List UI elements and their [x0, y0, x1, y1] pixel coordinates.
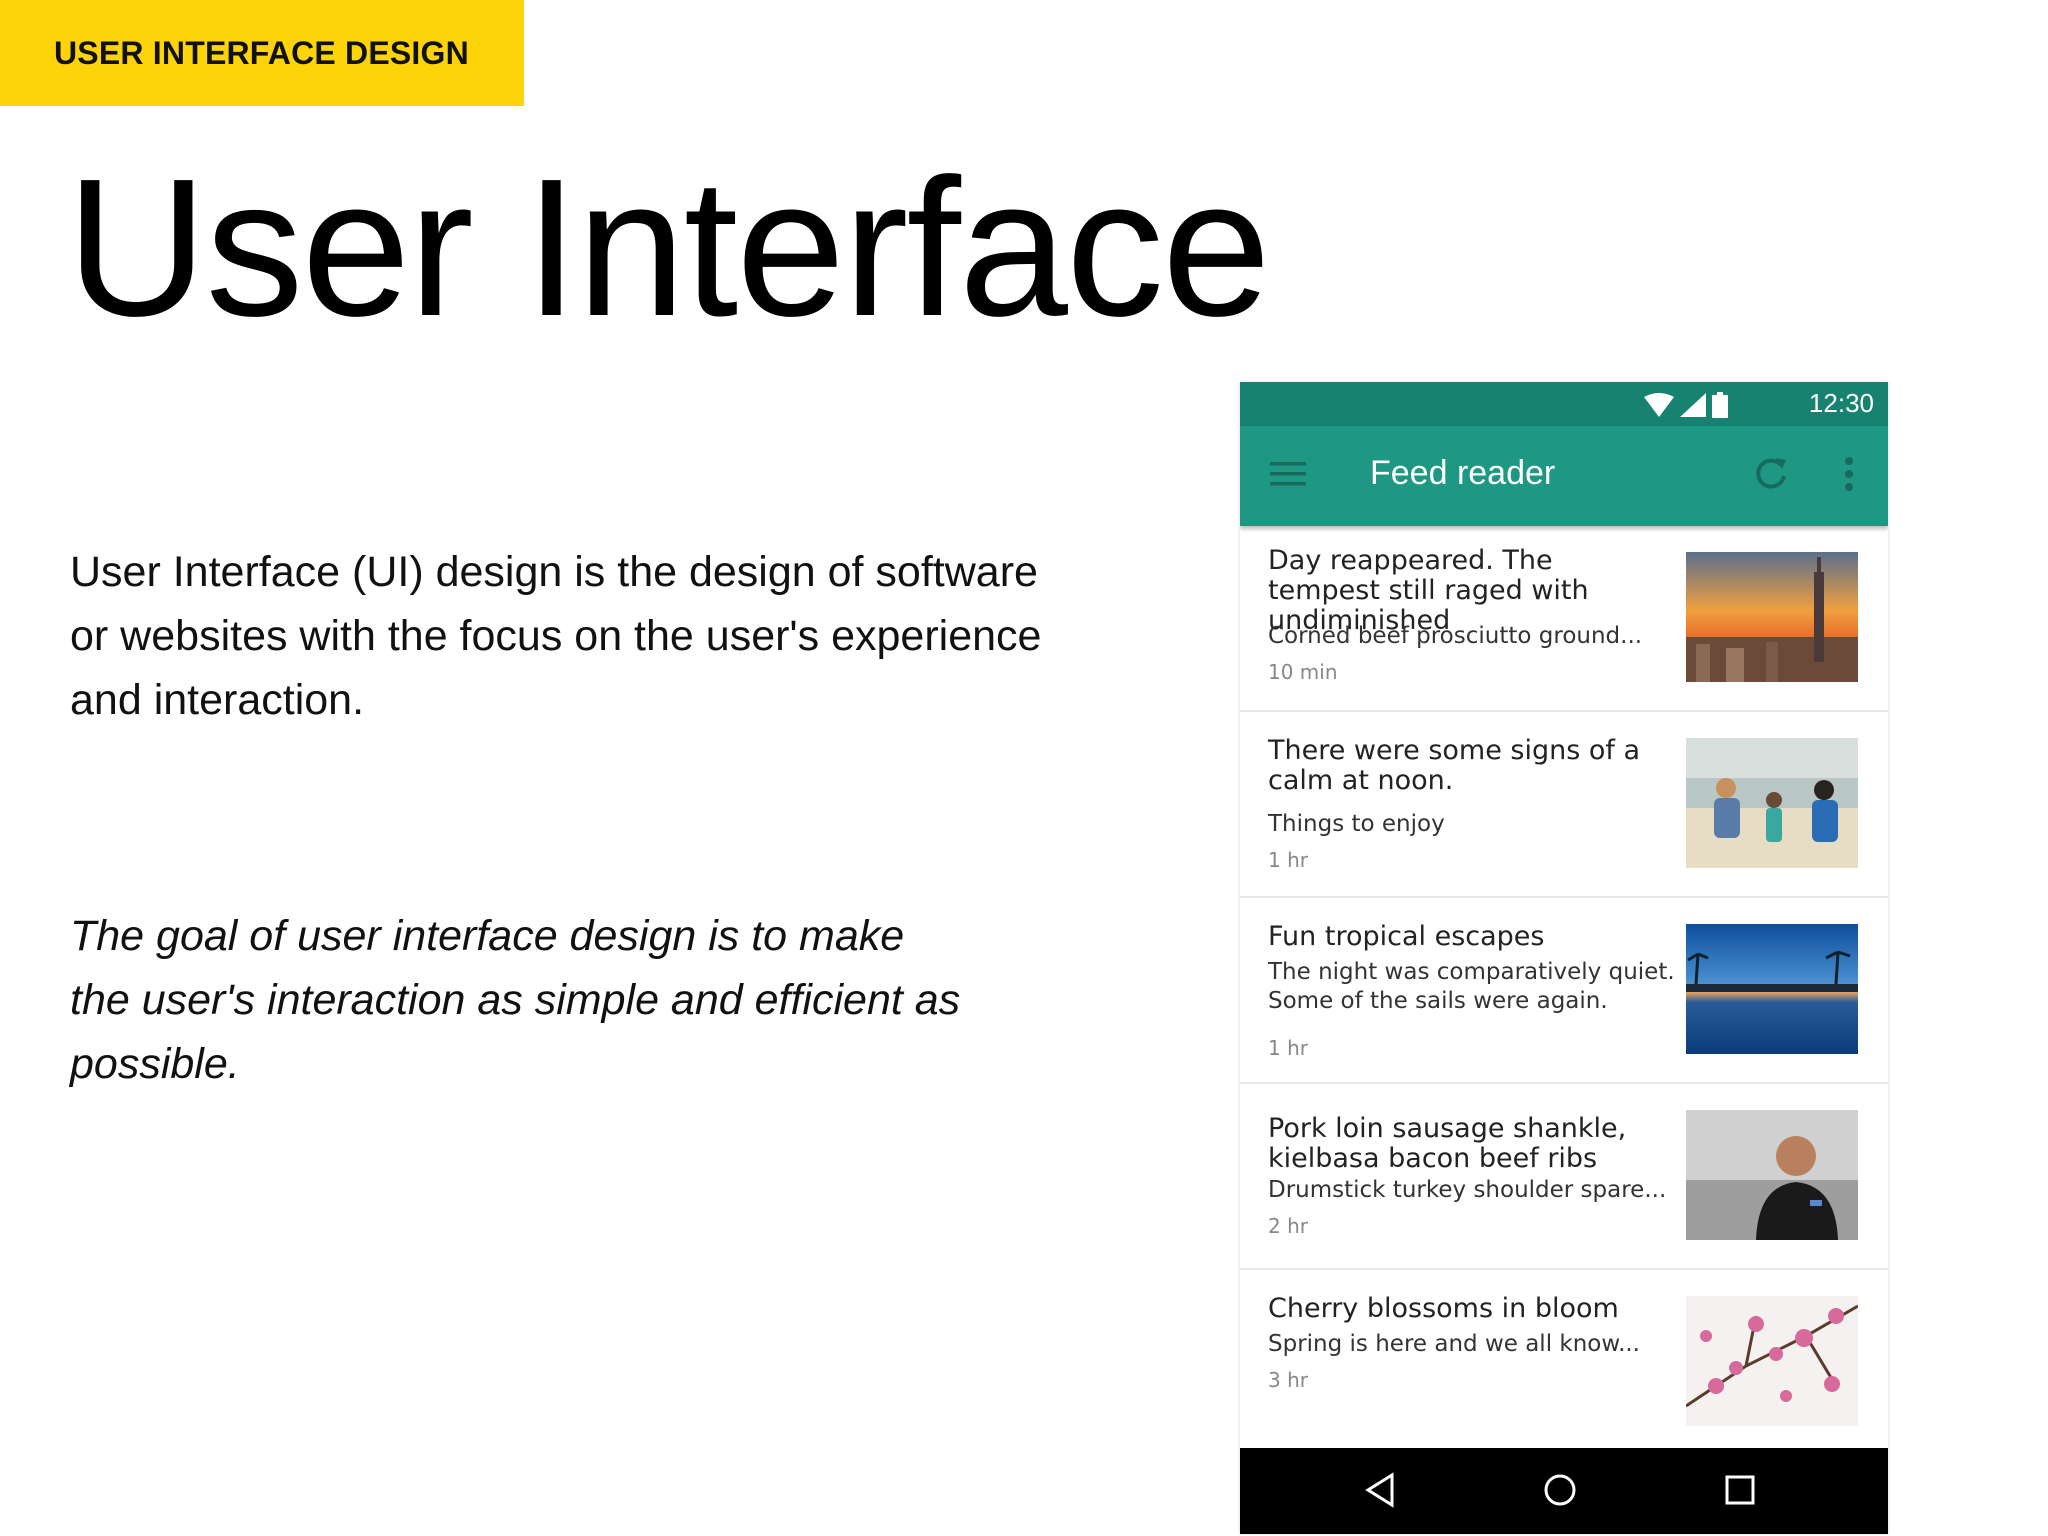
- feed-item-subtitle: The night was comparatively quiet. Some …: [1268, 959, 1675, 1014]
- signal-icon: [1680, 393, 1706, 417]
- feed-item-time: 2 hr: [1268, 1214, 1308, 1238]
- feed-item-title: Pork loin sausage shankle, kielbasa baco…: [1268, 1113, 1627, 1174]
- ui-goal-paragraph: The goal of user interface design is to …: [70, 912, 961, 1088]
- feed-item[interactable]: There were some signs of a calm at noon.…: [1240, 712, 1888, 898]
- app-bar: Feed reader: [1240, 426, 1888, 526]
- more-vert-icon[interactable]: [1844, 456, 1854, 492]
- feed-item[interactable]: Fun tropical escapes The night was compa…: [1240, 898, 1888, 1084]
- feed-item-subtitle: Drumstick turkey shoulder spare...: [1268, 1177, 1667, 1203]
- recents-icon[interactable]: [1724, 1472, 1756, 1508]
- system-nav-bar: [1240, 1448, 1888, 1534]
- feed-list: Day reappeared. The tempest still raged …: [1240, 526, 1888, 1456]
- menu-icon[interactable]: [1270, 460, 1306, 488]
- feed-item-time: 10 min: [1268, 660, 1338, 684]
- ui-definition-paragraph: User Interface (UI) design is the design…: [70, 548, 1042, 724]
- feed-item-subtitle: Corned beef prosciutto ground...: [1268, 623, 1643, 649]
- feed-item-title: Fun tropical escapes: [1268, 921, 1545, 952]
- feed-item-subtitle: Things to enjoy: [1268, 811, 1445, 837]
- feed-item[interactable]: Cherry blossoms in bloom Spring is here …: [1240, 1270, 1888, 1456]
- feed-item-title: Cherry blossoms in bloom: [1268, 1293, 1619, 1324]
- portrait-thumbnail: [1686, 1110, 1858, 1240]
- back-icon[interactable]: [1364, 1472, 1396, 1508]
- status-bar: 12:30: [1240, 382, 1888, 426]
- feed-item-time: 3 hr: [1268, 1368, 1308, 1392]
- feed-item-time: 1 hr: [1268, 848, 1308, 872]
- status-time: 12:30: [1808, 388, 1874, 418]
- feed-item[interactable]: Pork loin sausage shankle, kielbasa baco…: [1240, 1084, 1888, 1270]
- cherry-blossoms-thumbnail: [1686, 1296, 1858, 1426]
- home-icon[interactable]: [1542, 1472, 1578, 1508]
- feed-item[interactable]: Day reappeared. The tempest still raged …: [1240, 526, 1888, 712]
- section-tag: USER INTERFACE DESIGN: [0, 0, 524, 106]
- app-title: Feed reader: [1370, 454, 1556, 492]
- wifi-icon: [1644, 393, 1674, 417]
- feed-item-time: 1 hr: [1268, 1036, 1308, 1060]
- refresh-icon[interactable]: [1754, 456, 1788, 492]
- section-tag-label: USER INTERFACE DESIGN: [54, 34, 469, 71]
- tropical-sunset-thumbnail: [1686, 924, 1858, 1054]
- phone-mockup: 12:30 Feed reader Day reappeared. The te…: [1240, 382, 1888, 1534]
- feed-item-title: There were some signs of a calm at noon.: [1268, 735, 1641, 796]
- battery-icon: [1712, 392, 1728, 418]
- slide-title: User Interface: [66, 138, 1271, 357]
- family-beach-thumbnail: [1686, 738, 1858, 868]
- feed-item-subtitle: Spring is here and we all know...: [1268, 1331, 1640, 1357]
- city-skyline-thumbnail: [1686, 552, 1858, 682]
